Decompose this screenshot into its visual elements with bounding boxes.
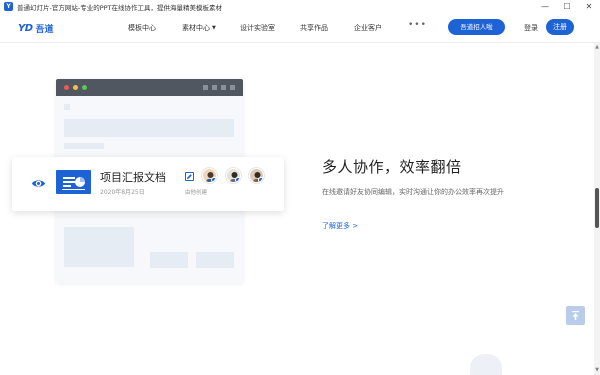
nav-assets[interactable]: 素材中心 ▼ xyxy=(182,23,216,33)
maximize-button[interactable]: ☐ xyxy=(556,0,578,13)
window-titlebar: Y 普通幻灯片-官方网站-专业的PPT在线协作工具，提供海量精美模板素材 — ☐… xyxy=(0,0,600,13)
window-title: 普通幻灯片-官方网站-专业的PPT在线协作工具，提供海量精美模板素材 xyxy=(17,3,223,12)
traffic-light-red-icon xyxy=(64,85,69,90)
close-button[interactable]: ✕ xyxy=(578,0,600,13)
document-card[interactable]: 项目汇报文档 2020年8月25日 由他创建 xyxy=(12,157,284,211)
eye-icon xyxy=(31,180,46,187)
site-header: YD 吾道 模板中心 素材中心 ▼ 设计实验室 共享作品 企业客户 ••• 吾道招… xyxy=(0,13,600,43)
traffic-light-green-icon xyxy=(82,85,87,90)
toolbar-square-icon xyxy=(221,85,226,90)
decorative-shape xyxy=(470,354,502,375)
placeholder-block xyxy=(64,227,134,267)
nav-design-lab[interactable]: 设计实验室 xyxy=(240,23,275,33)
avatar[interactable] xyxy=(226,168,241,183)
document-title: 项目汇报文档 xyxy=(100,171,166,184)
placeholder-block xyxy=(64,119,234,137)
nav-enterprise[interactable]: 企业客户 xyxy=(354,23,382,33)
chevron-down-icon: ▼ xyxy=(212,25,216,31)
app-icon: Y xyxy=(4,2,13,11)
traffic-light-yellow-icon xyxy=(73,85,78,90)
creator-label: 由他创建 xyxy=(185,190,208,196)
nav-shared-works[interactable]: 共享作品 xyxy=(300,23,328,33)
register-button[interactable]: 注册 xyxy=(546,19,574,35)
document-date: 2020年8月25日 xyxy=(100,189,145,196)
more-menu-icon[interactable]: ••• xyxy=(408,20,427,30)
chart-icon xyxy=(62,177,85,190)
placeholder-block xyxy=(150,252,188,268)
collab-badge-icon xyxy=(211,177,216,182)
scrollbar-thumb[interactable] xyxy=(595,188,599,228)
minimize-button[interactable]: — xyxy=(534,0,556,13)
learn-more-link[interactable]: 了解更多 > xyxy=(322,221,358,231)
site-logo[interactable]: YD 吾道 xyxy=(18,22,54,35)
toolbar-square-icon xyxy=(230,85,235,90)
scroll-down-icon[interactable]: ▼ xyxy=(595,367,599,373)
toolbar-square-icon xyxy=(203,85,208,90)
nav-assets-label: 素材中心 xyxy=(182,24,210,32)
back-to-top-button[interactable] xyxy=(566,306,585,325)
collab-badge-icon xyxy=(235,177,240,182)
avatar[interactable] xyxy=(249,168,264,183)
placeholder-block xyxy=(64,143,104,149)
document-thumbnail xyxy=(56,170,91,194)
logo-name: 吾道 xyxy=(35,25,54,35)
illustration-titlebar xyxy=(56,79,243,96)
placeholder-block xyxy=(196,252,234,268)
arrow-up-icon xyxy=(572,311,579,320)
feature-title: 多人协作，效率翻倍 xyxy=(322,158,462,176)
hiring-button[interactable]: 吾道招人啦 xyxy=(448,19,505,35)
toolbar-square-icon xyxy=(212,85,217,90)
placeholder-block xyxy=(64,104,70,110)
scroll-up-icon[interactable]: ▲ xyxy=(595,44,599,50)
logo-mark: YD xyxy=(18,23,33,34)
nav-templates[interactable]: 模板中心 xyxy=(128,23,156,33)
edit-icon[interactable] xyxy=(185,172,194,181)
collab-badge-icon xyxy=(258,177,263,182)
feature-description: 在线邀请好友协同编辑，实时沟通让你的办公效率再次提升 xyxy=(322,188,504,196)
avatar[interactable] xyxy=(202,168,217,183)
login-link[interactable]: 登录 xyxy=(524,23,538,33)
app-window: Y 普通幻灯片-官方网站-专业的PPT在线协作工具，提供海量精美模板素材 — ☐… xyxy=(0,0,600,375)
